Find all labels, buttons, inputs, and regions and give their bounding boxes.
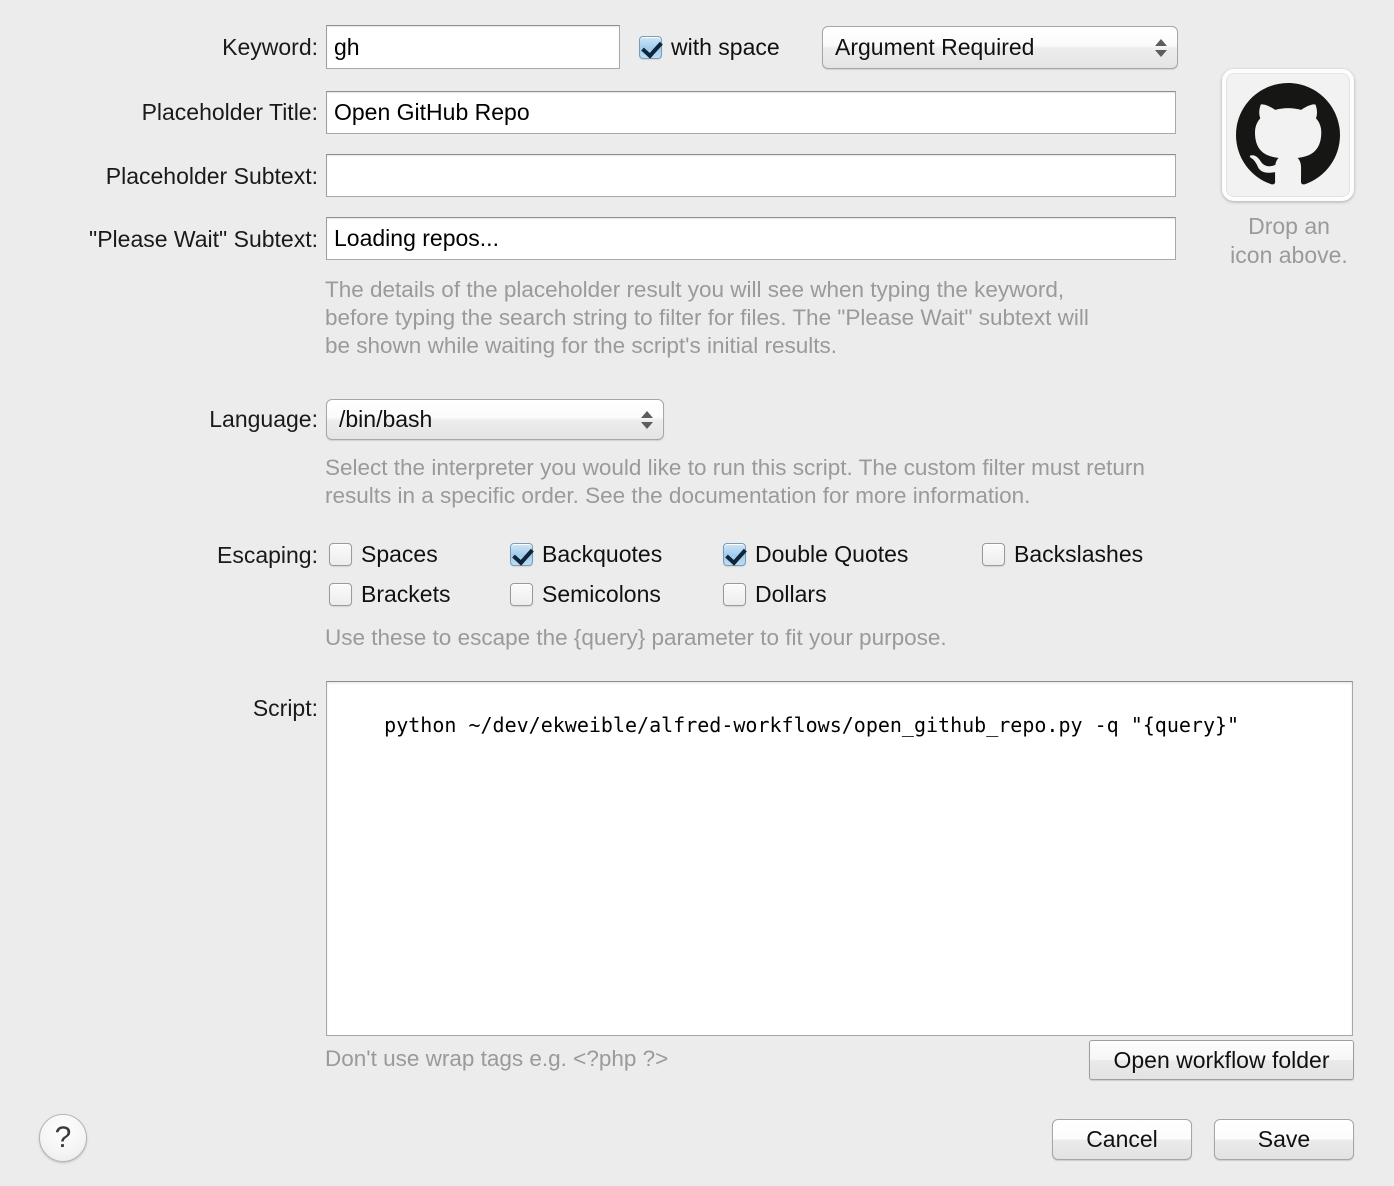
language-label: Language: xyxy=(209,405,318,432)
escaping-checkbox-spaces[interactable]: Spaces xyxy=(329,541,438,568)
escaping-checkbox-double-quotes-box[interactable] xyxy=(723,543,746,566)
escaping-checkbox-backslashes[interactable]: Backslashes xyxy=(982,541,1143,568)
escaping-checkbox-backquotes-label: Backquotes xyxy=(542,541,663,567)
keyword-input-value: gh xyxy=(334,33,360,60)
keyword-label-wrap: Keyword: xyxy=(0,24,318,70)
cancel-button[interactable]: Cancel xyxy=(1052,1119,1192,1160)
argument-mode-value: Argument Required xyxy=(835,34,1035,60)
escaping-checkbox-backquotes[interactable]: Backquotes xyxy=(510,541,662,568)
escaping-checkbox-backquotes-box[interactable] xyxy=(510,543,533,566)
script-label: Script: xyxy=(252,694,318,721)
placeholder-title-label-wrap: Placeholder Title: xyxy=(0,89,318,135)
help-button[interactable]: ? xyxy=(39,1114,87,1162)
escaping-checkbox-dollars-box[interactable] xyxy=(723,583,746,606)
save-button-label: Save xyxy=(1257,1126,1311,1152)
open-workflow-folder-label: Open workflow folder xyxy=(1113,1046,1330,1073)
placeholder-title-label: Placeholder Title: xyxy=(141,98,318,125)
escaping-checkbox-brackets[interactable]: Brackets xyxy=(329,581,450,608)
escaping-checkbox-backslashes-box[interactable] xyxy=(982,543,1005,566)
placeholder-subtext-label: Placeholder Subtext: xyxy=(105,162,318,189)
placeholder-subtext-label-wrap: Placeholder Subtext: xyxy=(0,153,318,199)
escaping-checkbox-semicolons-box[interactable] xyxy=(510,583,533,606)
script-filter-config-dialog: Keyword: gh with space Argument Required… xyxy=(0,0,1394,1186)
workflow-icon-well[interactable] xyxy=(1222,69,1354,201)
open-workflow-folder-button[interactable]: Open workflow folder xyxy=(1089,1040,1354,1080)
escaping-checkbox-semicolons[interactable]: Semicolons xyxy=(510,581,661,608)
placeholder-title-value: Open GitHub Repo xyxy=(334,99,530,125)
stepper-arrows-icon xyxy=(641,410,653,429)
stepper-arrows-icon xyxy=(1155,38,1167,57)
escaping-help-text: Use these to escape the {query} paramete… xyxy=(325,625,947,650)
escaping-label-wrap: Escaping: xyxy=(0,539,318,571)
drop-icon-caption-line2: icon above. xyxy=(1230,242,1348,268)
escaping-checkbox-dollars-label: Dollars xyxy=(755,581,827,607)
placeholder-subtext-input[interactable] xyxy=(326,154,1176,197)
drop-icon-caption-line1: Drop an xyxy=(1248,213,1330,239)
escaping-checkbox-double-quotes-label: Double Quotes xyxy=(755,541,909,567)
please-wait-subtext-input[interactable]: Loading repos... xyxy=(326,217,1176,260)
escaping-checkbox-spaces-box[interactable] xyxy=(329,543,352,566)
wrap-tags-help-text: Don't use wrap tags e.g. <?php ?> xyxy=(325,1046,669,1071)
keyword-label: Keyword: xyxy=(222,33,318,60)
escaping-checkbox-brackets-label: Brackets xyxy=(361,581,451,607)
with-space-checkbox-box[interactable] xyxy=(639,36,662,59)
with-space-checkbox[interactable]: with space xyxy=(639,34,780,61)
escaping-checkbox-backslashes-label: Backslashes xyxy=(1014,541,1144,567)
escaping-checkbox-dollars[interactable]: Dollars xyxy=(723,581,827,608)
keyword-input[interactable]: gh xyxy=(326,25,620,69)
help-button-label: ? xyxy=(54,1121,72,1154)
script-label-wrap: Script: xyxy=(0,688,318,728)
escaping-label: Escaping: xyxy=(216,541,318,568)
please-wait-subtext-value: Loading repos... xyxy=(334,225,499,251)
save-button[interactable]: Save xyxy=(1214,1119,1354,1160)
github-octocat-icon xyxy=(1236,83,1340,185)
placeholder-help-text: The details of the placeholder result yo… xyxy=(325,277,1089,358)
script-textarea[interactable]: python ~/dev/ekweible/alfred-workflows/o… xyxy=(326,681,1353,1036)
language-select-value: /bin/bash xyxy=(339,406,433,432)
argument-mode-select[interactable]: Argument Required xyxy=(822,26,1178,69)
with-space-label: with space xyxy=(671,34,780,60)
escaping-checkbox-spaces-label: Spaces xyxy=(361,541,438,567)
drop-icon-caption: Drop an icon above. xyxy=(1204,212,1374,270)
language-select[interactable]: /bin/bash xyxy=(326,399,664,440)
workflow-icon-inner xyxy=(1226,73,1350,197)
language-help-text: Select the interpreter you would like to… xyxy=(325,455,1145,508)
escaping-checkbox-semicolons-label: Semicolons xyxy=(542,581,661,607)
escaping-checkbox-brackets-box[interactable] xyxy=(329,583,352,606)
language-label-wrap: Language: xyxy=(0,396,318,442)
please-wait-subtext-label-wrap: "Please Wait" Subtext: xyxy=(0,216,318,262)
placeholder-title-input[interactable]: Open GitHub Repo xyxy=(326,91,1176,134)
please-wait-subtext-label: "Please Wait" Subtext: xyxy=(89,225,318,252)
script-textarea-value: python ~/dev/ekweible/alfred-workflows/o… xyxy=(384,713,1240,737)
escaping-checkbox-double-quotes[interactable]: Double Quotes xyxy=(723,541,908,568)
cancel-button-label: Cancel xyxy=(1086,1126,1158,1152)
